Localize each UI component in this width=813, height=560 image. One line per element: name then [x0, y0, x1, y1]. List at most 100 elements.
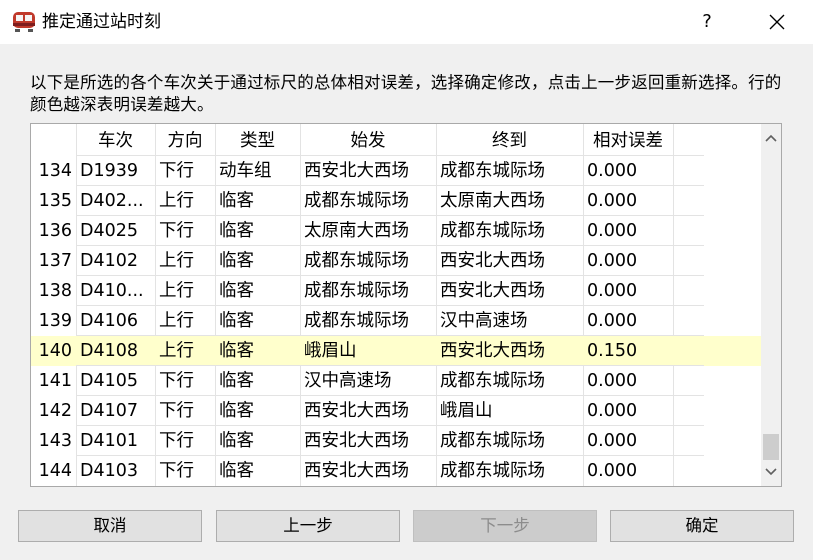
cell-type: 临客 — [219, 371, 254, 391]
cell-direction: 上行 — [159, 251, 194, 271]
cell-destination: 成都东城际场 — [440, 461, 545, 481]
cell-direction: 下行 — [159, 221, 194, 241]
cell-origin: 成都东城际场 — [304, 281, 409, 301]
table-row[interactable]: 144 D4103 下行 临客 西安北大西场 成都东城际场 0.000 — [31, 456, 761, 486]
cell-train: D402... — [80, 191, 144, 211]
cell-relative-error: 0.000 — [587, 161, 638, 181]
table-header: 车次 方向 类型 始发 终到 相对误差 — [31, 126, 761, 156]
col-header-destination[interactable]: 终到 — [436, 126, 583, 156]
cell-relative-error: 0.000 — [587, 251, 638, 271]
row-number: 136 — [38, 221, 72, 241]
cell-origin: 太原南大西场 — [304, 221, 409, 241]
table-row[interactable]: 142 D4107 下行 临客 西安北大西场 峨眉山 0.000 — [31, 396, 761, 426]
next-step-button[interactable]: 下一步 — [413, 510, 597, 542]
row-number: 135 — [38, 191, 72, 211]
cell-type: 临客 — [219, 401, 254, 421]
cell-direction: 下行 — [159, 371, 194, 391]
chevron-up-icon — [765, 134, 777, 142]
table-row[interactable]: 134 D1939 下行 动车组 西安北大西场 成都东城际场 0.000 — [31, 156, 761, 186]
cell-type: 临客 — [219, 431, 254, 451]
row-number: 140 — [38, 341, 72, 361]
cell-direction: 下行 — [159, 161, 194, 181]
cell-origin: 成都东城际场 — [304, 251, 409, 271]
col-header-relative-error[interactable]: 相对误差 — [583, 126, 673, 156]
cell-direction: 上行 — [159, 311, 194, 331]
cell-train: D4025 — [80, 221, 139, 241]
cell-type: 临客 — [219, 311, 254, 331]
col-header-origin[interactable]: 始发 — [300, 126, 436, 156]
cell-type: 临客 — [215, 336, 300, 366]
row-divider — [76, 185, 704, 186]
table-row[interactable]: 135 D402... 上行 临客 成都东城际场 太原南大西场 0.000 — [31, 186, 761, 216]
close-button[interactable] — [752, 0, 802, 44]
cell-origin: 西安北大西场 — [304, 161, 409, 181]
col-header-train[interactable]: 车次 — [76, 126, 155, 156]
cell-relative-error: 0.000 — [587, 281, 638, 301]
cancel-button[interactable]: 取消 — [18, 510, 202, 542]
cell-relative-error: 0.000 — [587, 191, 638, 211]
description-text: 以下是所选的各个车次关于通过标尺的总体相对误差，选择确定修改，点击上一步返回重新… — [30, 73, 782, 114]
cell-direction: 下行 — [159, 461, 194, 481]
row-divider — [76, 395, 704, 396]
cell-origin: 成都东城际场 — [304, 311, 409, 331]
table-body: 车次 方向 类型 始发 终到 相对误差 134 D1939 下行 动车组 西安北大西场成… — [31, 124, 761, 486]
vertical-scrollbar[interactable] — [761, 124, 781, 486]
cell-type: 临客 — [219, 251, 254, 271]
row-number: 139 — [38, 311, 72, 331]
table-row[interactable]: 140 D4108 上行 临客 峨眉山 西安北大西场 0.150 — [31, 336, 761, 366]
train-icon — [11, 10, 37, 34]
cell-relative-error: 0.000 — [587, 221, 638, 241]
row-number: 141 — [38, 371, 72, 391]
cell-relative-error: 0.000 — [587, 401, 638, 421]
row-divider — [76, 155, 704, 156]
cell-destination: 汉中高速场 — [440, 311, 528, 331]
row-number: 137 — [38, 251, 72, 271]
col-header-type[interactable]: 类型 — [215, 126, 300, 156]
row-divider — [76, 455, 704, 456]
cell-destination: 太原南大西场 — [440, 191, 545, 211]
title-bar: 推定通过站时刻 ? — [0, 0, 813, 44]
cell-relative-error: 0.150 — [583, 336, 673, 366]
cell-train: D4106 — [80, 311, 139, 331]
row-number: 138 — [38, 281, 72, 301]
cell-origin: 成都东城际场 — [304, 191, 409, 211]
cell-direction: 上行 — [159, 191, 194, 211]
row-number: 134 — [38, 161, 72, 181]
chevron-down-icon — [765, 468, 777, 476]
table-row[interactable]: 139 D4106 上行 临客 成都东城际场 汉中高速场 0.000 — [31, 306, 761, 336]
cell-train: D4107 — [80, 401, 139, 421]
cell-direction: 下行 — [159, 431, 194, 451]
row-divider — [76, 275, 704, 276]
cell-train: D4101 — [80, 431, 139, 451]
result-table[interactable]: 车次 方向 类型 始发 终到 相对误差 134 D1939 下行 动车组 西安北大西场成… — [30, 123, 782, 487]
help-button[interactable]: ? — [682, 0, 732, 44]
cell-destination: 成都东城际场 — [440, 161, 545, 181]
table-row[interactable]: 141 D4105 下行 临客 汉中高速场 成都东城际场 0.000 — [31, 366, 761, 396]
cell-relative-error: 0.000 — [587, 461, 638, 481]
row-divider — [76, 365, 704, 366]
scroll-up-button[interactable] — [761, 124, 781, 152]
cell-type: 临客 — [219, 461, 254, 481]
row-number: 144 — [38, 461, 72, 481]
previous-step-button[interactable]: 上一步 — [216, 510, 400, 542]
close-icon — [769, 14, 785, 30]
table-row[interactable]: 143 D4101 下行 临客 西安北大西场 成都东城际场 0.000 — [31, 426, 761, 456]
table-row[interactable]: 137 D4102 上行 临客 成都东城际场 西安北大西场 0.000 — [31, 246, 761, 276]
cell-origin: 峨眉山 — [300, 336, 436, 366]
cell-destination: 西安北大西场 — [440, 281, 545, 301]
scroll-down-button[interactable] — [761, 458, 781, 486]
window-title: 推定通过站时刻 — [42, 12, 161, 32]
cell-destination: 成都东城际场 — [440, 431, 545, 451]
cell-origin: 西安北大西场 — [304, 431, 409, 451]
confirm-button[interactable]: 确定 — [610, 510, 794, 542]
row-divider — [76, 215, 704, 216]
cell-direction: 上行 — [159, 281, 194, 301]
table-row[interactable]: 138 D410... 上行 临客 成都东城际场 西安北大西场 0.000 — [31, 276, 761, 306]
cell-type: 临客 — [219, 191, 254, 211]
cell-type: 临客 — [219, 221, 254, 241]
cell-origin: 汉中高速场 — [304, 371, 392, 391]
cell-destination: 成都东城际场 — [440, 221, 545, 241]
table-row[interactable]: 136 D4025 下行 临客 太原南大西场 成都东城际场 0.000 — [31, 216, 761, 246]
col-header-direction[interactable]: 方向 — [155, 126, 215, 156]
scroll-thumb[interactable] — [763, 434, 779, 460]
